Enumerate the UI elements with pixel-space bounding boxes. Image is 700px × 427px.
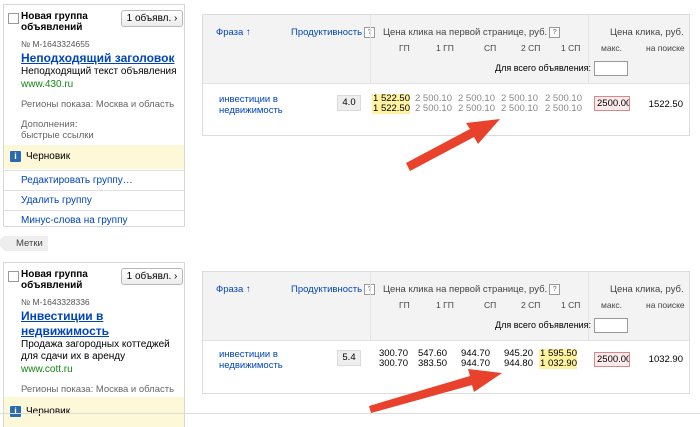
annotation-arrows (369, 119, 502, 413)
red-arrow-icon (406, 119, 500, 171)
red-arrow-icon (369, 369, 502, 413)
